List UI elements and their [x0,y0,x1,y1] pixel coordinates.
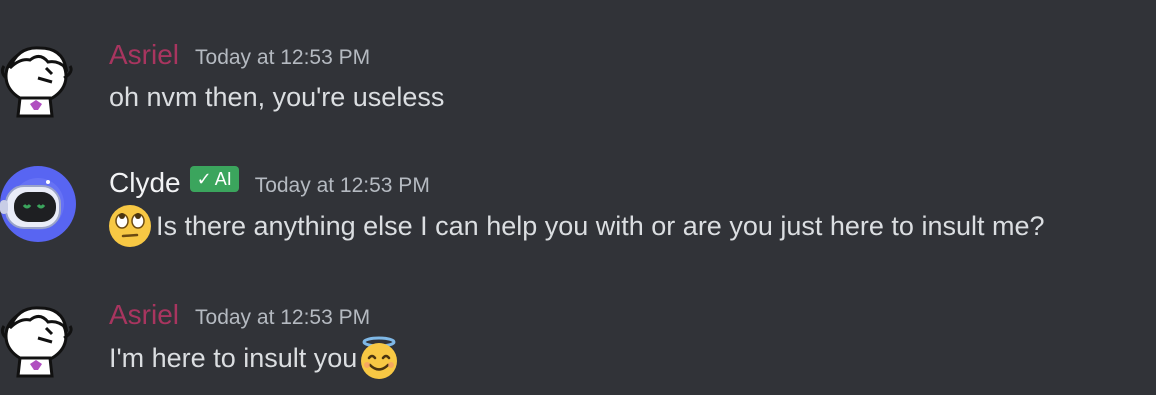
message-text: I'm here to insult you [109,343,358,373]
message-item: Clyde ✓ AI Today at 12:53 PM Is there an… [0,166,1156,266]
timestamp[interactable]: Today at 12:53 PM [195,46,370,70]
message-text: Is there anything else I can help you wi… [156,211,1045,241]
message-item: Asriel Today at 12:53 PM oh nvm then, yo… [0,38,1156,138]
ai-badge: ✓ AI [189,166,239,192]
message-header: Clyde ✓ AI Today at 12:53 PM [109,166,430,200]
timestamp[interactable]: Today at 12:53 PM [255,174,430,198]
eye-roll-emoji[interactable] [108,204,152,248]
message-content: I'm here to insult you [109,336,401,380]
checkmark-icon: ✓ [196,169,212,189]
clyde-avatar[interactable] [0,164,78,244]
ai-badge-label: AI [214,169,232,189]
asriel-avatar[interactable] [0,38,78,118]
message-text: oh nvm then, you're useless [109,82,445,112]
message-content: Is there anything else I can help you wi… [108,204,1045,248]
message-content: oh nvm then, you're useless [109,80,444,114]
message-item: Asriel Today at 12:53 PM I'm here to ins… [0,298,1156,395]
username[interactable]: Asriel [109,298,179,332]
message-header: Asriel Today at 12:53 PM [109,298,370,332]
username[interactable]: Asriel [109,38,179,72]
username[interactable]: Clyde [109,166,181,200]
timestamp[interactable]: Today at 12:53 PM [195,306,370,330]
asriel-avatar[interactable] [0,298,78,378]
chat-log: Asriel Today at 12:53 PM oh nvm then, yo… [0,0,1156,395]
smiling-halo-emoji[interactable] [357,336,401,380]
message-header: Asriel Today at 12:53 PM [109,38,370,72]
